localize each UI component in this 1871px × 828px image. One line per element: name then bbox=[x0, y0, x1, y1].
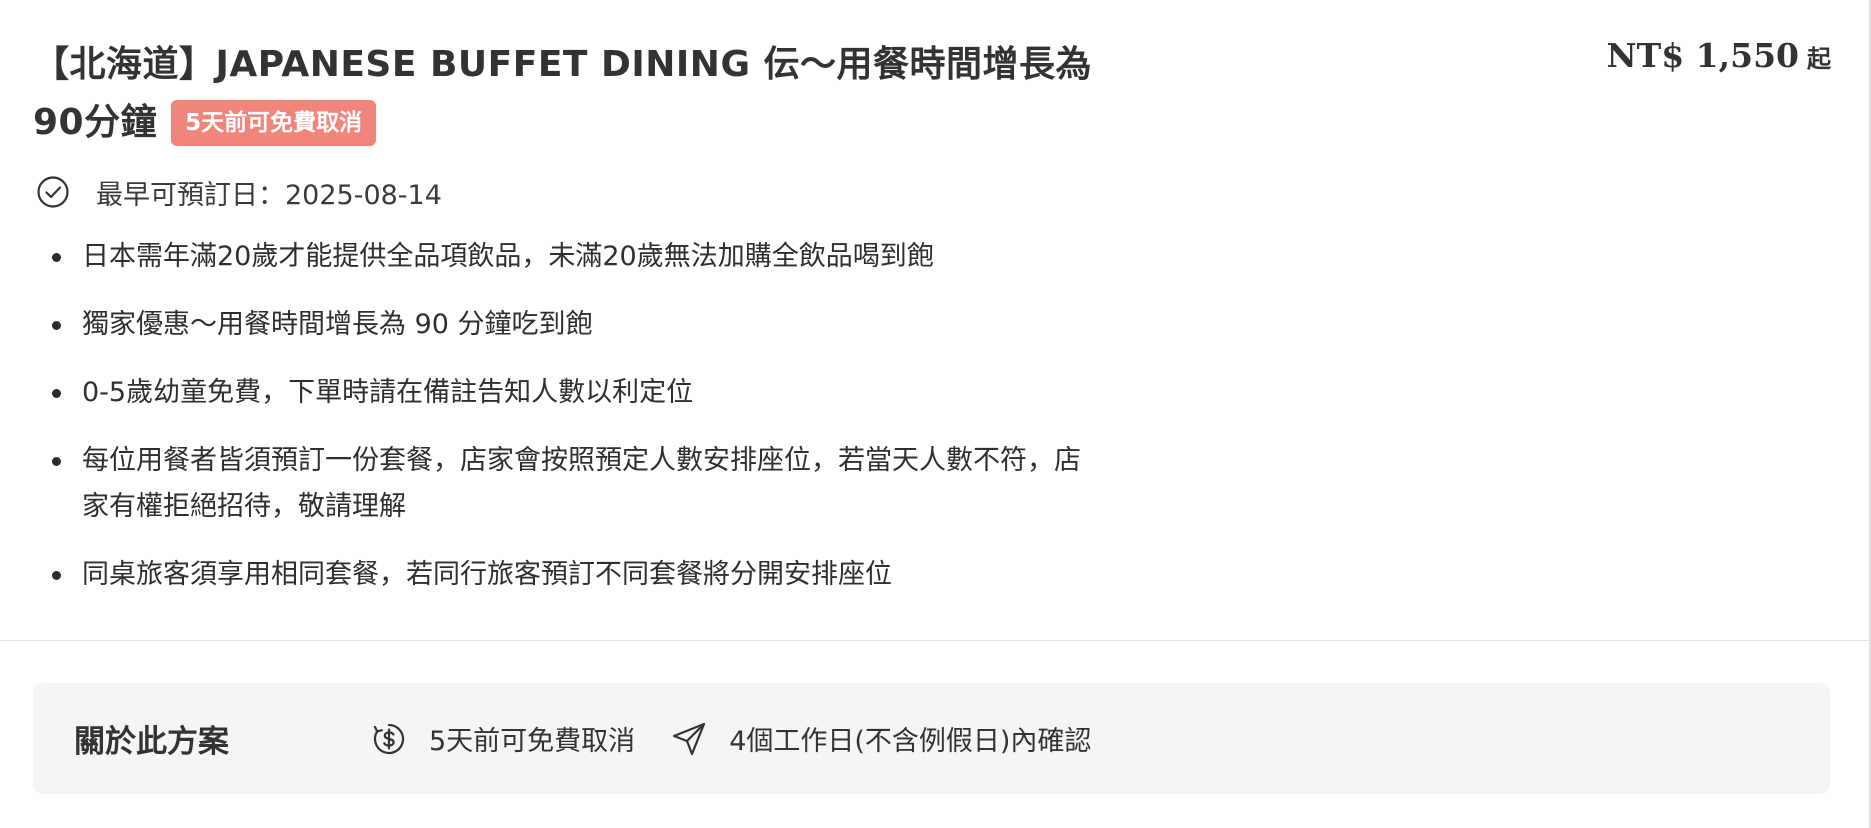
earliest-date-text: 最早可預訂日：2025-08-14 bbox=[96, 179, 442, 211]
note-text: 同桌旅客須享用相同套餐，若同行旅客預訂不同套餐將分開安排座位 bbox=[82, 559, 892, 590]
bullet-dot bbox=[52, 457, 61, 466]
price-suffix: 起 bbox=[1807, 44, 1831, 73]
earliest-date-row: 最早可預訂日：2025-08-14 bbox=[36, 172, 442, 212]
free-cancel-badge: 5天前可免費取消 bbox=[171, 100, 377, 146]
note-text: 0-5歲幼童免費，下單時請在備註告知人數以利定位 bbox=[82, 377, 694, 408]
plan-title-row: 【北海道】JAPANESE BUFFET DINING 伝～用餐時間增長為90分… bbox=[33, 36, 1093, 152]
bullet-dot bbox=[52, 389, 61, 398]
list-item: 獨家優惠～用餐時間增長為 90 分鐘吃到飽 bbox=[52, 302, 1092, 348]
about-item-text: 5天前可免費取消 bbox=[429, 726, 636, 757]
about-item-text: 4個工作日(不含例假日)內確認 bbox=[729, 726, 1092, 757]
dollar-refund-icon bbox=[373, 723, 405, 754]
list-item: 0-5歲幼童免費，下單時請在備註告知人數以利定位 bbox=[52, 370, 1092, 416]
check-circle-icon bbox=[37, 176, 69, 208]
section-divider bbox=[0, 640, 1871, 641]
list-item: 每位用餐者皆須預訂一份套餐，店家會按照預定人數安排座位，若當天人數不符，店家有權… bbox=[52, 438, 1092, 530]
price-display: NT$ 1,550 起 bbox=[1606, 36, 1831, 75]
plan-header: 【北海道】JAPANESE BUFFET DINING 伝～用餐時間增長為90分… bbox=[33, 36, 1833, 152]
bullet-dot bbox=[52, 571, 61, 580]
product-plan-card: 【北海道】JAPANESE BUFFET DINING 伝～用餐時間增長為90分… bbox=[0, 0, 1871, 828]
list-item: 同桌旅客須享用相同套餐，若同行旅客預訂不同套餐將分開安排座位 bbox=[52, 552, 1092, 598]
bullet-dot bbox=[52, 253, 61, 262]
note-text: 日本需年滿20歲才能提供全品項飲品，未滿20歲無法加購全飲品喝到飽 bbox=[82, 241, 934, 272]
note-text: 每位用餐者皆須預訂一份套餐，店家會按照預定人數安排座位，若當天人數不符，店家有權… bbox=[82, 445, 1081, 522]
about-plan-title: 關於此方案 bbox=[74, 724, 229, 760]
paper-plane-icon bbox=[673, 722, 706, 755]
bullet-dot bbox=[52, 321, 61, 330]
about-plan-panel: 關於此方案 5天前可免費取消 4個工作日(不含例假日)內確認 bbox=[33, 683, 1830, 794]
plan-notes-list: 日本需年滿20歲才能提供全品項飲品，未滿20歲無法加購全飲品喝到飽 獨家優惠～用… bbox=[52, 234, 1092, 620]
about-item-confirmation: 4個工作日(不含例假日)內確認 bbox=[671, 719, 1091, 758]
list-item: 日本需年滿20歲才能提供全品項飲品，未滿20歲無法加購全飲品喝到飽 bbox=[52, 234, 1092, 280]
note-text: 獨家優惠～用餐時間增長為 90 分鐘吃到飽 bbox=[82, 309, 593, 340]
price-amount: NT$ 1,550 bbox=[1606, 36, 1799, 75]
about-item-cancellation: 5天前可免費取消 bbox=[371, 719, 635, 758]
